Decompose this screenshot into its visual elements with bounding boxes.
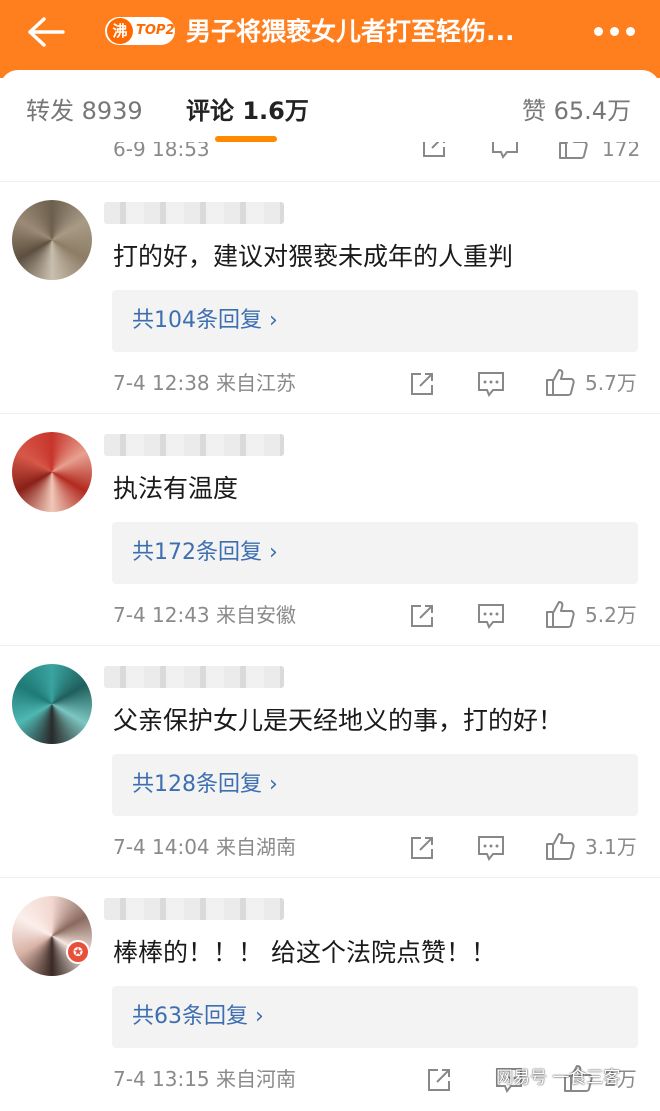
replies-link[interactable]: 共63条回复 ›: [112, 986, 638, 1048]
replies-label: 共172条回复: [132, 540, 262, 565]
comment-location: 来自江苏: [216, 371, 297, 395]
verified-badge-icon: ✪: [66, 940, 90, 964]
username-blurred[interactable]: [104, 666, 284, 688]
comment-item: 打的好，建议对猥亵未成年的人重判 共104条回复 › 7-4 12:38 来自江…: [0, 182, 660, 414]
back-button[interactable]: [24, 14, 66, 50]
more-options-button[interactable]: [594, 27, 636, 37]
comment-icon[interactable]: [476, 602, 506, 630]
like-icon[interactable]: [544, 830, 576, 862]
like-count: 3.1万: [585, 835, 637, 859]
replies-link[interactable]: 共172条回复 ›: [112, 522, 638, 584]
replies-label: 共128条回复: [132, 772, 262, 797]
comment-meta: 7-4 13:15 来自河南: [113, 1064, 296, 1094]
tab-repost[interactable]: 转发 8939: [26, 94, 143, 128]
more-dot-icon: [610, 27, 619, 36]
comment-meta: 7-4 12:38 来自江苏: [113, 368, 296, 398]
tab-comments[interactable]: 评论 1.6万: [186, 94, 309, 128]
more-dot-icon: [626, 27, 635, 36]
username-blurred[interactable]: [104, 434, 284, 456]
username-blurred[interactable]: [104, 898, 284, 920]
comment-text: 打的好，建议对猥亵未成年的人重判: [113, 242, 514, 271]
previous-comment-meta: 6-9 18:53 172: [0, 142, 660, 182]
username-blurred[interactable]: [104, 202, 284, 224]
repost-icon[interactable]: [408, 370, 436, 398]
comment-icon[interactable]: [476, 834, 506, 862]
replies-label: 共63条回复: [132, 1004, 248, 1029]
comment-date: 6-9 18:53: [113, 142, 210, 161]
hot-rank-badge: 沸 TOP2: [105, 17, 175, 45]
like-icon[interactable]: [544, 598, 576, 630]
comment-item: 执法有温度 共172条回复 › 7-4 12:43 来自安徽 5.2万: [0, 414, 660, 646]
comment-meta: 7-4 12:43 来自安徽: [113, 600, 296, 630]
comment-location: 来自安徽: [216, 603, 297, 627]
comment-text: 执法有温度: [113, 474, 239, 503]
chevron-right-icon: ›: [269, 308, 278, 333]
comment-icon[interactable]: [490, 142, 520, 160]
comment-date: 7-4 12:43: [113, 603, 210, 627]
hot-fire-icon: 沸: [107, 18, 133, 44]
avatar[interactable]: [12, 432, 92, 512]
comment-icon[interactable]: [476, 370, 506, 398]
replies-link[interactable]: 共104条回复 ›: [112, 290, 638, 352]
comment-location: 来自湖南: [216, 835, 297, 859]
like-count: 5.2万: [585, 603, 637, 627]
chevron-right-icon: ›: [269, 772, 278, 797]
more-dot-icon: [594, 27, 603, 36]
repost-icon[interactable]: [408, 602, 436, 630]
avatar[interactable]: [12, 896, 92, 976]
like-count: 5.7万: [585, 371, 637, 395]
chevron-right-icon: ›: [255, 1004, 264, 1029]
hot-rank-label: TOP2: [136, 23, 175, 38]
repost-icon[interactable]: [408, 834, 436, 862]
like-icon[interactable]: [544, 366, 576, 398]
comment-text: 父亲保护女儿是天经地义的事，打的好！: [113, 706, 564, 735]
replies-link[interactable]: 共128条回复 ›: [112, 754, 638, 816]
comment-location: 来自河南: [216, 1067, 297, 1091]
tab-likes[interactable]: 赞 65.4万: [522, 94, 631, 128]
tab-bar: 转发 8939 评论 1.6万 赞 65.4万: [0, 70, 660, 150]
comment-date: 7-4 13:15: [113, 1067, 210, 1091]
comment-meta: 7-4 14:04 来自湖南: [113, 832, 296, 862]
watermark: 网易号 一食三客: [496, 1068, 621, 1088]
avatar-image: [12, 200, 92, 280]
avatar-image: [12, 664, 92, 744]
chevron-right-icon: ›: [269, 540, 278, 565]
like-icon[interactable]: [557, 142, 589, 160]
comment-date: 7-4 14:04: [113, 835, 210, 859]
replies-label: 共104条回复: [132, 308, 262, 333]
avatar-image: [12, 896, 92, 976]
avatar[interactable]: [12, 664, 92, 744]
arrow-left-icon: [28, 17, 65, 47]
repost-icon[interactable]: [420, 142, 448, 160]
comment-date: 7-4 12:38: [113, 371, 210, 395]
comment-text: 棒棒的！！！ 给这个法院点赞！！: [113, 938, 496, 967]
avatar-image: [12, 432, 92, 512]
comment-item: 父亲保护女儿是天经地义的事，打的好！ 共128条回复 › 7-4 14:04 来…: [0, 646, 660, 878]
page-title: 男子将猥亵女儿者打至轻伤...: [186, 17, 515, 46]
avatar[interactable]: [12, 200, 92, 280]
repost-icon[interactable]: [425, 1066, 453, 1094]
like-count: 172: [602, 142, 641, 161]
